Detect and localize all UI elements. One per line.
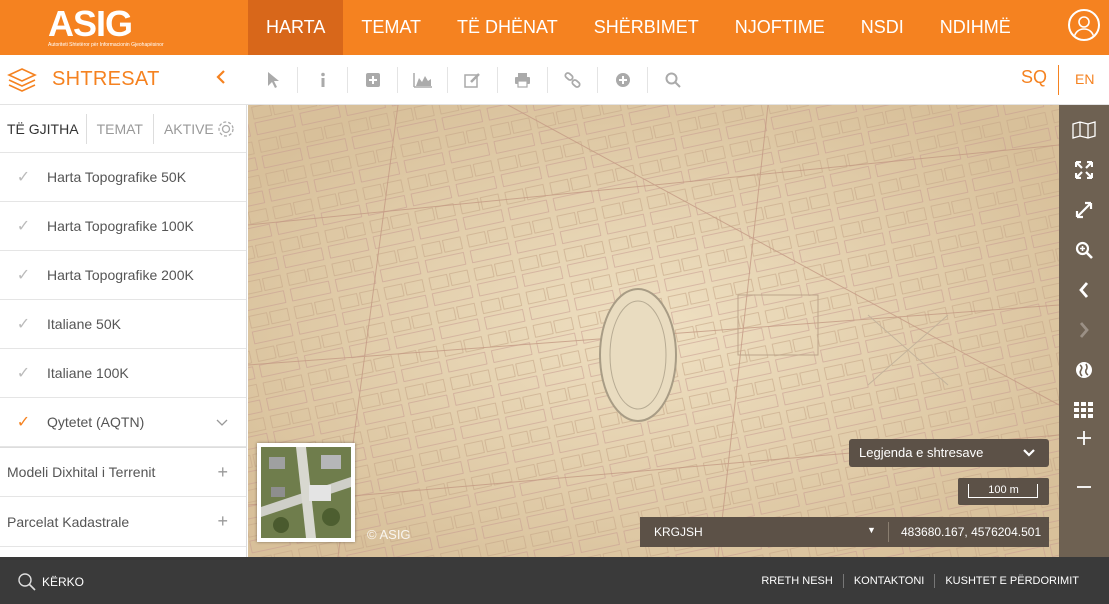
print-icon[interactable] bbox=[498, 67, 548, 93]
scale-bar: 100 m bbox=[958, 478, 1049, 505]
coordinate-divider bbox=[888, 522, 889, 542]
search-icon bbox=[18, 573, 36, 591]
nav-sherbimet[interactable]: SHËRBIMET bbox=[576, 0, 717, 55]
nav-harta[interactable]: HARTA bbox=[248, 0, 344, 55]
footer-bar: KËRKO RRETH NESH KONTAKTONI KUSHTET E PË… bbox=[0, 557, 1109, 604]
zoom-in-search-icon[interactable] bbox=[1059, 235, 1109, 265]
main-nav: HARTA TEMAT TË DHËNAT SHËRBIMET NJOFTIME… bbox=[248, 0, 1029, 55]
historical-map-background bbox=[248, 105, 1059, 557]
profile-chart-icon[interactable] bbox=[398, 67, 448, 93]
chevron-left-icon[interactable] bbox=[1059, 275, 1109, 305]
zoom-minus-icon[interactable] bbox=[1059, 472, 1109, 502]
nav-temat[interactable]: TEMAT bbox=[343, 0, 439, 55]
map-side-controls bbox=[1059, 105, 1109, 557]
nav-nsdi[interactable]: NSDI bbox=[843, 0, 922, 55]
legend-label: Legjenda e shtresave bbox=[859, 445, 984, 460]
tab-aktive[interactable]: AKTIVE bbox=[154, 114, 214, 144]
language-en[interactable]: EN bbox=[1075, 71, 1094, 87]
search-icon[interactable] bbox=[648, 67, 698, 93]
grid-icon[interactable] bbox=[1059, 395, 1109, 425]
map-copyright: © ASIG bbox=[367, 527, 411, 542]
checkmark-icon[interactable]: ✓ bbox=[0, 314, 47, 334]
layers-sidebar: TË GJITHA TEMAT AKTIVE ✓ Harta Topografi… bbox=[0, 105, 247, 557]
edit-icon[interactable] bbox=[448, 67, 498, 93]
group-label: Modeli Dixhital i Terrenit bbox=[7, 464, 156, 480]
plus-square-icon[interactable] bbox=[348, 67, 398, 93]
add-circle-icon[interactable] bbox=[598, 67, 648, 93]
basemap-thumbnail[interactable] bbox=[257, 443, 355, 542]
nav-ndihme[interactable]: NDIHMË bbox=[922, 0, 1029, 55]
checkmark-icon[interactable]: ✓ bbox=[0, 412, 47, 432]
layer-label: Harta Topografike 200K bbox=[47, 267, 194, 283]
cursor-coordinates: 483680.167, 4576204.501 bbox=[901, 525, 1042, 539]
language-sq[interactable]: SQ bbox=[1021, 67, 1047, 88]
toolbar: SHTRESAT SQ EN bbox=[0, 55, 1109, 105]
chevron-down-icon[interactable] bbox=[216, 414, 228, 430]
layer-group[interactable]: Parcelat Kadastrale + bbox=[0, 497, 246, 547]
user-circle-icon[interactable] bbox=[1068, 9, 1100, 41]
checkmark-icon[interactable]: ✓ bbox=[0, 216, 47, 236]
chevron-left-icon[interactable] bbox=[215, 67, 227, 93]
layer-label: Italiane 100K bbox=[47, 365, 129, 381]
logo-text: ASIG bbox=[48, 3, 133, 44]
expand-plus-icon[interactable]: + bbox=[217, 511, 228, 532]
search-label: KËRKO bbox=[42, 575, 85, 589]
zoom-plus-icon[interactable] bbox=[1059, 423, 1109, 453]
asig-logo[interactable]: ASIG Autoriteti Shtetëror për Informacio… bbox=[48, 3, 164, 50]
legend-toggle-button[interactable]: Legjenda e shtresave bbox=[849, 439, 1049, 467]
layer-item[interactable]: ✓ Italiane 50K bbox=[0, 300, 246, 349]
checkmark-icon[interactable]: ✓ bbox=[0, 265, 47, 285]
language-divider bbox=[1058, 65, 1059, 95]
globe-icon[interactable] bbox=[1059, 355, 1109, 385]
checkmark-icon[interactable]: ✓ bbox=[0, 167, 47, 187]
layer-label: Italiane 50K bbox=[47, 316, 121, 332]
satellite-thumbnail-image bbox=[261, 447, 351, 538]
link-kontaktoni[interactable]: KONTAKTONI bbox=[842, 574, 935, 588]
pointer-icon[interactable] bbox=[248, 67, 298, 93]
crs-select[interactable]: KRGJSH bbox=[654, 525, 703, 539]
footer-search[interactable]: KËRKO bbox=[17, 572, 84, 592]
layer-label: Qytetet (AQTN) bbox=[47, 414, 145, 430]
dropdown-arrow-icon[interactable]: ▼ bbox=[867, 525, 876, 535]
settings-gear-icon[interactable] bbox=[216, 119, 236, 139]
map-canvas[interactable] bbox=[248, 105, 1059, 557]
expand-icon[interactable] bbox=[1059, 195, 1109, 225]
chevron-right-icon[interactable] bbox=[1059, 315, 1109, 345]
coordinate-panel: KRGJSH ▼ 483680.167, 4576204.501 bbox=[640, 517, 1049, 547]
scale-label: 100 m bbox=[988, 484, 1019, 496]
footer-links: RRETH NESH KONTAKTONI KUSHTET E PËRDORIM… bbox=[751, 574, 1089, 588]
tab-te-gjitha[interactable]: TË GJITHA bbox=[0, 113, 87, 144]
checkmark-icon[interactable]: ✓ bbox=[0, 363, 47, 383]
layer-label: Harta Topografike 100K bbox=[47, 218, 194, 234]
layer-item[interactable]: ✓ Harta Topografike 50K bbox=[0, 153, 246, 202]
layer-item[interactable]: ✓ Italiane 100K bbox=[0, 349, 246, 398]
layer-group[interactable]: Modeli Dixhital i Terrenit + bbox=[0, 447, 246, 497]
layer-label: Harta Topografike 50K bbox=[47, 169, 187, 185]
map-tools bbox=[248, 55, 698, 105]
layer-item[interactable]: ✓ Harta Topografike 200K bbox=[0, 251, 246, 300]
layers-icon bbox=[7, 66, 37, 94]
link-rreth-nesh[interactable]: RRETH NESH bbox=[751, 574, 843, 588]
info-icon[interactable] bbox=[298, 67, 348, 93]
top-navbar: ASIG Autoriteti Shtetëror për Informacio… bbox=[0, 0, 1109, 55]
layer-item[interactable]: ✓ Harta Topografike 100K bbox=[0, 202, 246, 251]
layer-item-active[interactable]: ✓ Qytetet (AQTN) bbox=[0, 398, 246, 447]
link-kushtet[interactable]: KUSHTET E PËRDORIMIT bbox=[934, 574, 1089, 588]
tab-temat[interactable]: TEMAT bbox=[87, 113, 154, 144]
expand-plus-icon[interactable]: + bbox=[217, 462, 228, 483]
link-icon[interactable] bbox=[548, 67, 598, 93]
map-icon[interactable] bbox=[1059, 115, 1109, 145]
chevron-down-icon bbox=[1023, 439, 1035, 477]
nav-njoftime[interactable]: NJOFTIME bbox=[717, 0, 843, 55]
logo-subtitle: Autoriteti Shtetëror për Informacionin G… bbox=[48, 42, 164, 48]
group-label: Parcelat Kadastrale bbox=[7, 513, 130, 530]
fullscreen-icon[interactable] bbox=[1059, 155, 1109, 185]
nav-te-dhenat[interactable]: TË DHËNAT bbox=[439, 0, 576, 55]
layers-panel-title: SHTRESAT bbox=[52, 68, 160, 90]
layer-tabs: TË GJITHA TEMAT AKTIVE bbox=[0, 105, 246, 153]
